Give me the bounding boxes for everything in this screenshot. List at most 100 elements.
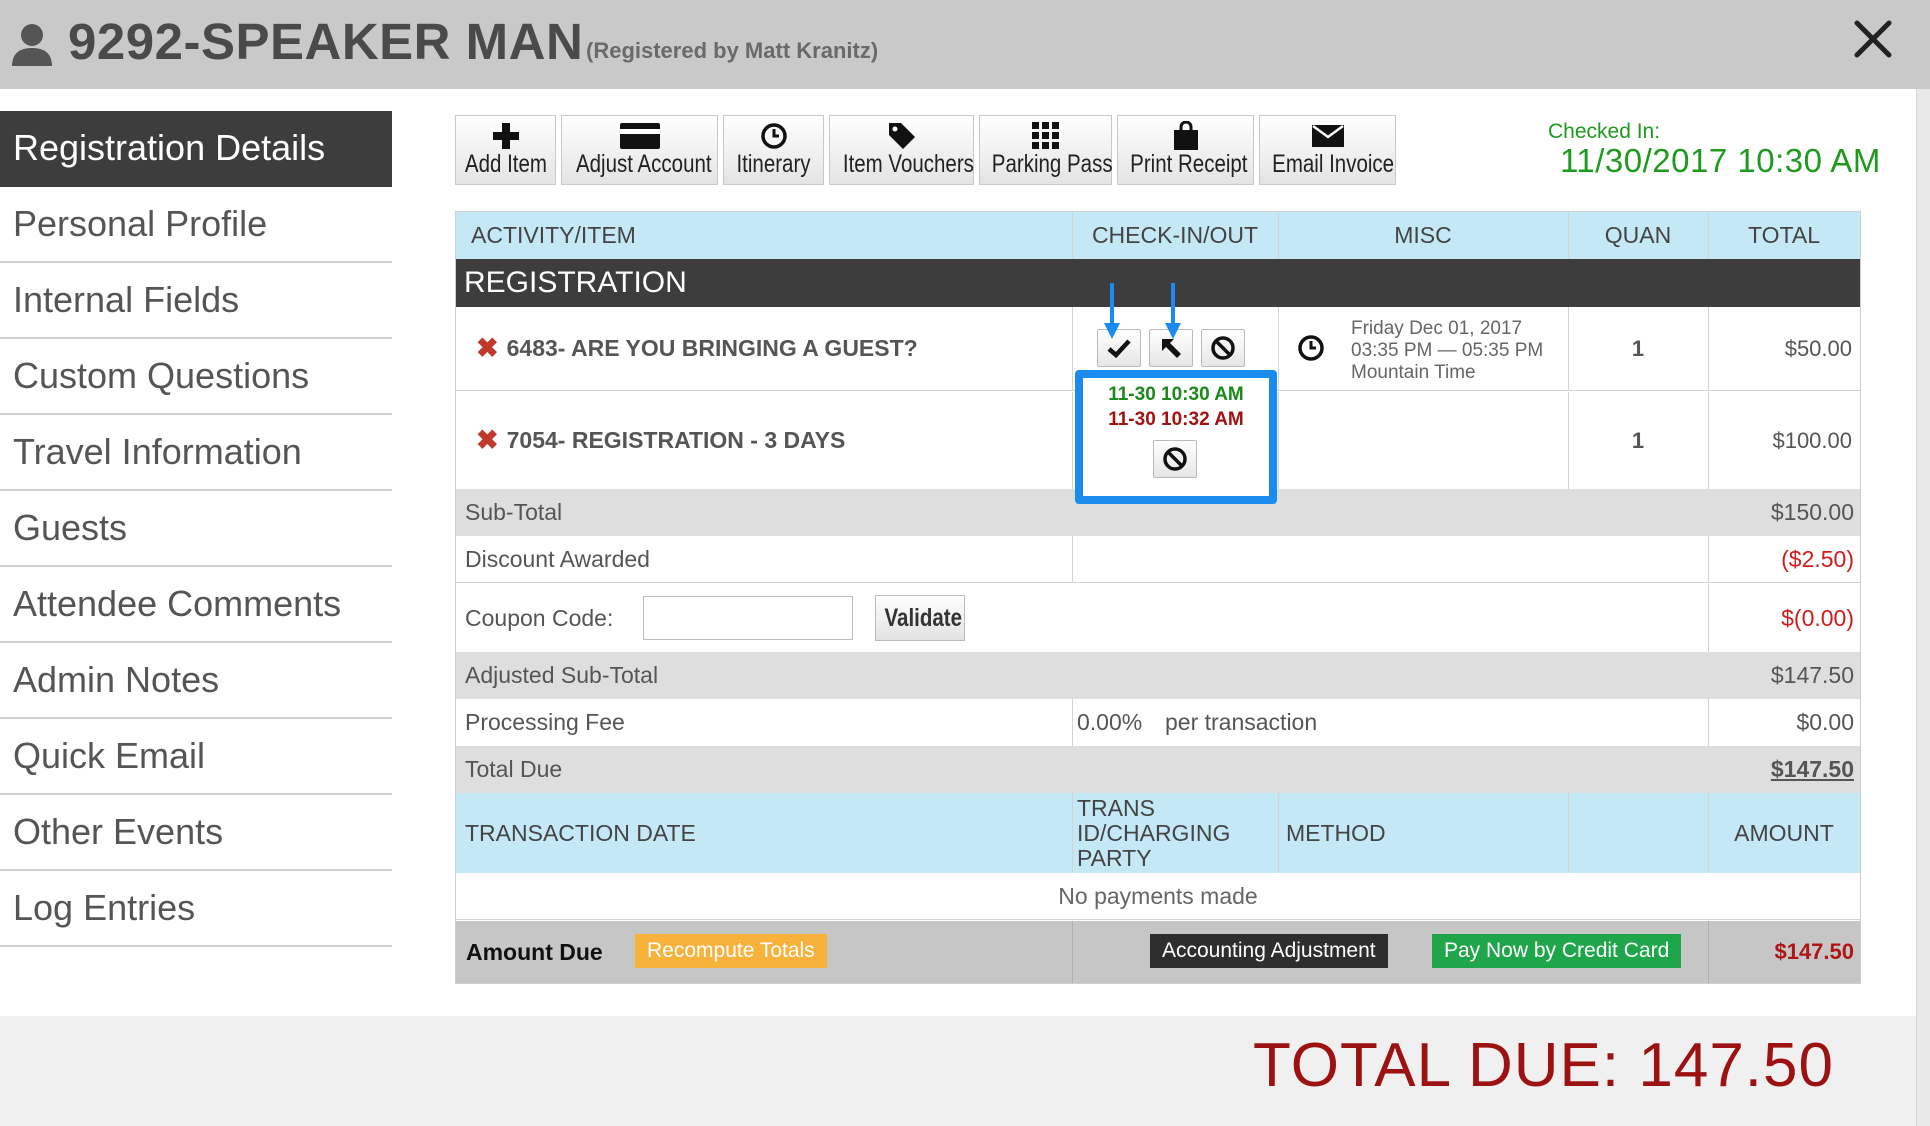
scrollbar[interactable] — [1916, 89, 1930, 1126]
print-receipt-button[interactable]: Print Receipt — [1117, 115, 1254, 185]
item-vouchers-label: Item Vouchers — [842, 150, 974, 178]
coupon-row: Coupon Code: Validate $(0.00) — [456, 584, 1860, 652]
item-quan: 1 — [1631, 427, 1645, 453]
checked-in-value: 11/30/2017 10:30 AM — [1560, 142, 1881, 179]
add-item-button[interactable]: Add Item — [455, 115, 556, 185]
check-out-time: 11-30 10:32 AM — [1108, 409, 1244, 430]
adjust-account-button[interactable]: Adjust Account — [561, 115, 718, 185]
coupon-amount: $(0.00) — [1781, 604, 1854, 631]
coupon-code-input[interactable] — [643, 596, 853, 640]
ban-icon — [1211, 336, 1235, 360]
arrow-down-icon — [1165, 283, 1181, 339]
registration-modal: 9292-SPEAKER MAN (Registered by Matt Kra… — [0, 0, 1930, 1126]
header-trans-id: TRANS ID/CHARGING PARTY — [1077, 794, 1231, 871]
sidebar-item-registration-details[interactable]: Registration Details — [0, 111, 392, 187]
adjusted-subtotal-row: Adjusted Sub-Total $147.50 — [456, 652, 1860, 699]
processing-fee-row: Processing Fee 0.00% per transaction $0.… — [456, 699, 1860, 746]
adjusted-subtotal-label: Adjusted Sub-Total — [465, 662, 659, 688]
adjust-account-label: Adjust Account — [575, 150, 712, 178]
no-payments-text: No payments made — [1058, 882, 1258, 909]
sidebar-item-guests[interactable]: Guests — [0, 491, 392, 567]
subtotal-value: $150.00 — [1770, 499, 1854, 525]
section-title: REGISTRATION — [464, 266, 687, 299]
sidebar-item-log-entries[interactable]: Log Entries — [0, 871, 392, 947]
sidebar: Registration Details Personal Profile In… — [0, 111, 392, 947]
table-header-row: ACTIVITY/ITEM CHECK-IN/OUT MISC QUAN TOT… — [456, 212, 1860, 259]
cancel-check-button[interactable] — [1201, 329, 1245, 367]
validate-label: Validate — [884, 603, 962, 632]
header-transaction-date: TRANSACTION DATE — [465, 819, 696, 846]
add-item-label: Add Item — [464, 150, 547, 178]
shopping-bag-icon — [1173, 121, 1198, 150]
email-invoice-label: Email Invoice — [1272, 150, 1395, 178]
sidebar-item-quick-email[interactable]: Quick Email — [0, 719, 392, 795]
footer-total-due: TOTAL DUE: 147.50 — [1253, 1031, 1834, 1100]
parking-pass-label: Parking Pass — [991, 150, 1113, 178]
remove-item-icon[interactable]: ✖ — [476, 425, 499, 456]
registration-table: ACTIVITY/ITEM CHECK-IN/OUT MISC QUAN TOT… — [455, 211, 1861, 984]
pay-now-button[interactable]: Pay Now by Credit Card — [1432, 934, 1682, 968]
itinerary-label: Itinerary — [736, 150, 811, 178]
adjusted-subtotal-value: $147.50 — [1770, 662, 1854, 688]
envelope-icon — [1311, 125, 1344, 147]
credit-card-icon — [619, 123, 660, 149]
close-icon[interactable] — [1848, 14, 1898, 64]
item-vouchers-button[interactable]: Item Vouchers — [829, 115, 974, 185]
clock-icon — [1298, 335, 1324, 361]
transaction-header-row: TRANSACTION DATE TRANS ID/CHARGING PARTY… — [456, 793, 1860, 873]
header-quan: QUAN — [1604, 222, 1672, 248]
processing-fee-percent: 0.00% — [1077, 709, 1143, 735]
header-total: TOTAL — [1748, 222, 1820, 248]
no-payments-row: No payments made — [456, 873, 1860, 920]
sidebar-item-travel-information[interactable]: Travel Information — [0, 415, 392, 491]
discount-label: Discount Awarded — [465, 545, 650, 572]
parking-pass-button[interactable]: Parking Pass — [979, 115, 1113, 185]
sidebar-item-internal-fields[interactable]: Internal Fields — [0, 263, 392, 339]
processing-fee-desc: per transaction — [1165, 709, 1318, 735]
total-due-value: $147.50 — [1770, 756, 1854, 782]
section-registration: REGISTRATION — [456, 259, 1860, 307]
schedule-timezone: Mountain Time — [1351, 362, 1476, 383]
modal-header: 9292-SPEAKER MAN (Registered by Matt Kra… — [0, 0, 1930, 89]
item-schedule: Friday Dec 01, 2017 03:35 PM — 05:35 PM … — [1351, 318, 1543, 384]
total-due-label: Total Due — [465, 756, 563, 782]
remove-item-icon[interactable]: ✖ — [476, 333, 499, 364]
modal-footer: TOTAL DUE: 147.50 — [0, 1016, 1916, 1126]
accounting-adjustment-button[interactable]: Accounting Adjustment — [1150, 934, 1388, 968]
item-total: $100.00 — [1772, 427, 1852, 453]
header-misc: MISC — [1394, 222, 1452, 248]
tag-icon — [888, 123, 915, 149]
total-due-row: Total Due $147.50 — [456, 746, 1860, 793]
email-invoice-button[interactable]: Email Invoice — [1259, 115, 1396, 185]
clock-icon — [760, 123, 787, 149]
validate-button[interactable]: Validate — [875, 595, 965, 641]
discount-value: ($2.50) — [1781, 545, 1854, 572]
itinerary-button[interactable]: Itinerary — [723, 115, 824, 185]
coupon-label: Coupon Code: — [465, 604, 614, 631]
amount-due-value: $147.50 — [1774, 939, 1854, 964]
person-icon — [12, 24, 52, 66]
header-checkinout: CHECK-IN/OUT — [1091, 222, 1259, 248]
recompute-totals-button[interactable]: Recompute Totals — [635, 934, 827, 968]
check-in-time: 11-30 10:30 AM — [1108, 384, 1244, 405]
sidebar-item-personal-profile[interactable]: Personal Profile — [0, 187, 392, 263]
sidebar-item-attendee-comments[interactable]: Attendee Comments — [0, 567, 392, 643]
checked-in-label: Checked In: — [1548, 120, 1661, 143]
item-quan: 1 — [1631, 335, 1645, 361]
cancel-check-button[interactable] — [1153, 440, 1197, 478]
ban-icon — [1163, 447, 1187, 471]
print-receipt-label: Print Receipt — [1130, 150, 1248, 178]
sidebar-item-admin-notes[interactable]: Admin Notes — [0, 643, 392, 719]
page-title: 9292-SPEAKER MAN — [68, 13, 584, 70]
schedule-date: Friday Dec 01, 2017 — [1351, 318, 1523, 339]
grid-icon — [1031, 122, 1059, 149]
sidebar-item-other-events[interactable]: Other Events — [0, 795, 392, 871]
arrow-down-icon — [1104, 283, 1120, 339]
item-name: 6483- ARE YOU BRINGING A GUEST? — [506, 335, 918, 361]
header-method: METHOD — [1286, 819, 1386, 846]
sidebar-item-custom-questions[interactable]: Custom Questions — [0, 339, 392, 415]
registered-by: (Registered by Matt Kranitz) — [586, 38, 879, 63]
plus-icon — [492, 123, 519, 149]
subtotal-label: Sub-Total — [465, 499, 563, 525]
checkinout-highlight: 11-30 10:30 AM 11-30 10:32 AM — [1075, 370, 1277, 504]
